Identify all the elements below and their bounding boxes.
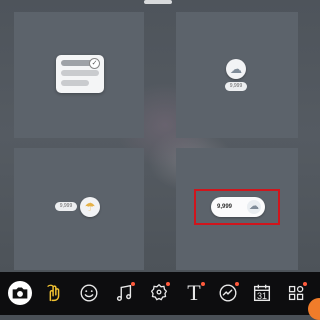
notification-dot: [201, 282, 205, 286]
poll-option-bar: [61, 80, 89, 86]
music-tool-button[interactable]: [110, 279, 138, 307]
weather-value: 9,999: [217, 204, 233, 210]
check-icon: ✓: [89, 58, 100, 69]
drawing-tool-button[interactable]: [214, 279, 242, 307]
gesture-tool-button[interactable]: [40, 279, 68, 307]
umbrella-icon[interactable]: ☂: [80, 197, 100, 217]
calendar-tool-button[interactable]: 31: [248, 279, 276, 307]
text-icon: T: [187, 280, 201, 305]
grid-tool-button[interactable]: [282, 279, 310, 307]
text-tool-button[interactable]: T: [180, 279, 208, 307]
notification-dot: [131, 282, 135, 286]
hand-gesture-icon: [47, 284, 60, 302]
camera-tool-button[interactable]: [6, 279, 34, 307]
camera-icon: [8, 281, 32, 305]
bottom-toolbar: T 31: [0, 272, 320, 315]
floating-action-button[interactable]: [308, 298, 320, 320]
cloud-rain-icon[interactable]: ☁: [226, 59, 246, 79]
smiley-icon: [80, 284, 98, 302]
notification-dot: [166, 282, 170, 286]
calendar-day: 31: [256, 291, 267, 301]
count-badge: 9,999: [225, 82, 247, 91]
emoji-tool-button[interactable]: [75, 279, 103, 307]
calendar-icon: 31: [251, 282, 273, 304]
weather-pill-sticker[interactable]: 9,999 ☁: [211, 197, 265, 217]
drag-handle[interactable]: [144, 0, 172, 4]
count-badge: 9,999: [55, 202, 77, 211]
location-tool-button[interactable]: [145, 279, 173, 307]
notification-dot: [235, 282, 239, 286]
poll-sticker[interactable]: ✓: [56, 55, 104, 93]
preview-tile-umbrella[interactable]: [14, 148, 144, 270]
notification-dot: [303, 282, 307, 286]
cloud-rain-icon: ☁: [247, 200, 261, 214]
poll-option-bar: [61, 70, 99, 76]
